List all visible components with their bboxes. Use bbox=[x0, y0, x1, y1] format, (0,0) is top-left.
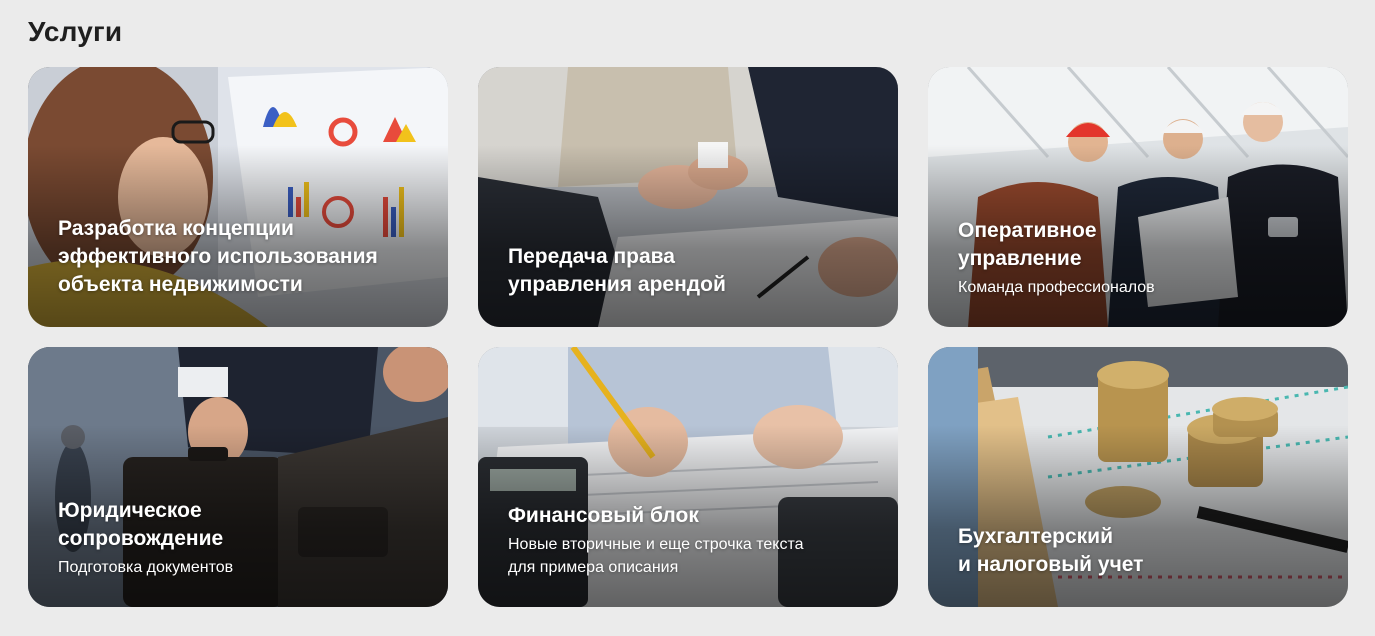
card-title: Финансовый блок bbox=[508, 504, 699, 527]
page-title: Услуги bbox=[28, 16, 123, 47]
card-title: Передача права управления арендой bbox=[508, 245, 726, 296]
card-description: Новые вторичные и еще строчка текста для… bbox=[508, 536, 804, 576]
service-card-concept[interactable]: Разработка концепции эффективного исполь… bbox=[28, 67, 448, 327]
services-grid: Разработка концепции эффективного исполь… bbox=[28, 67, 1348, 607]
card-title: Оперативное управление bbox=[958, 219, 1097, 270]
service-card-accounting[interactable]: Бухгалтерский и налоговый учет bbox=[928, 347, 1348, 607]
card-description: Команда профессионалов bbox=[958, 279, 1155, 296]
service-card-finance[interactable]: Финансовый блок Новые вторичные и еще ст… bbox=[478, 347, 898, 607]
service-card-legal[interactable]: Юридическое сопровождение Подготовка док… bbox=[28, 347, 448, 607]
card-description: Подготовка документов bbox=[58, 559, 234, 576]
card-title: Бухгалтерский и налоговый учет bbox=[958, 525, 1144, 576]
card-title: Разработка концепции эффективного исполь… bbox=[58, 217, 378, 296]
card-title: Юридическое сопровождение bbox=[58, 499, 224, 550]
service-card-operations[interactable]: Оперативное управление Команда профессио… bbox=[928, 67, 1348, 327]
service-card-lease-management[interactable]: Передача права управления арендой bbox=[478, 67, 898, 327]
